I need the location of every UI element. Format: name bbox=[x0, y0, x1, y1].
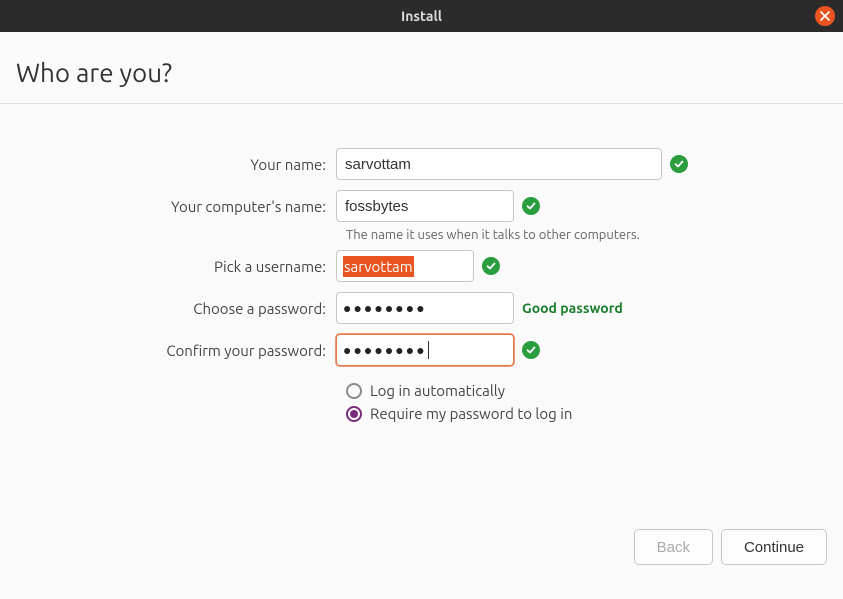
radio-icon bbox=[346, 406, 362, 422]
footer: Back Continue bbox=[634, 529, 827, 565]
confirm-mask: ●●●●●●●● bbox=[343, 342, 427, 358]
divider bbox=[0, 103, 843, 104]
check-icon bbox=[522, 197, 540, 215]
password-mask: ●●●●●●●● bbox=[343, 300, 427, 316]
check-icon bbox=[522, 341, 540, 359]
password-input[interactable]: ●●●●●●●● bbox=[336, 292, 514, 324]
text-cursor bbox=[428, 341, 429, 359]
label-confirm-password: Confirm your password: bbox=[16, 342, 336, 359]
continue-button[interactable]: Continue bbox=[721, 529, 827, 565]
row-password: Choose a password: ●●●●●●●● Good passwor… bbox=[16, 292, 827, 324]
label-computer-name: Your computer's name: bbox=[16, 198, 336, 215]
row-computer-name: Your computer's name: bbox=[16, 190, 827, 222]
row-your-name: Your name: bbox=[16, 148, 827, 180]
check-icon bbox=[482, 257, 500, 275]
label-your-name: Your name: bbox=[16, 156, 336, 173]
row-confirm-password: Confirm your password: ●●●●●●●● bbox=[16, 334, 827, 366]
radio-require-password-label: Require my password to log in bbox=[370, 405, 572, 422]
label-password: Choose a password: bbox=[16, 300, 336, 317]
computer-name-hint: The name it uses when it talks to other … bbox=[346, 228, 827, 242]
username-selection: sarvottam bbox=[343, 256, 414, 277]
label-username: Pick a username: bbox=[16, 258, 336, 275]
confirm-password-input[interactable]: ●●●●●●●● bbox=[336, 334, 514, 366]
your-name-input[interactable] bbox=[336, 148, 662, 180]
radio-require-password[interactable]: Require my password to log in bbox=[346, 405, 827, 422]
radio-auto-login-label: Log in automatically bbox=[370, 382, 505, 399]
page-title: Who are you? bbox=[16, 58, 827, 87]
back-button[interactable]: Back bbox=[634, 529, 713, 565]
close-button[interactable] bbox=[815, 6, 835, 26]
computer-name-input[interactable] bbox=[336, 190, 514, 222]
password-strength: Good password bbox=[522, 300, 623, 316]
radio-icon bbox=[346, 383, 362, 399]
radio-auto-login[interactable]: Log in automatically bbox=[346, 382, 827, 399]
titlebar: Install bbox=[0, 0, 843, 32]
check-icon bbox=[670, 155, 688, 173]
close-icon bbox=[820, 11, 830, 21]
username-input[interactable]: sarvottam bbox=[336, 250, 474, 282]
row-username: Pick a username: sarvottam bbox=[16, 250, 827, 282]
window-title: Install bbox=[401, 8, 442, 24]
